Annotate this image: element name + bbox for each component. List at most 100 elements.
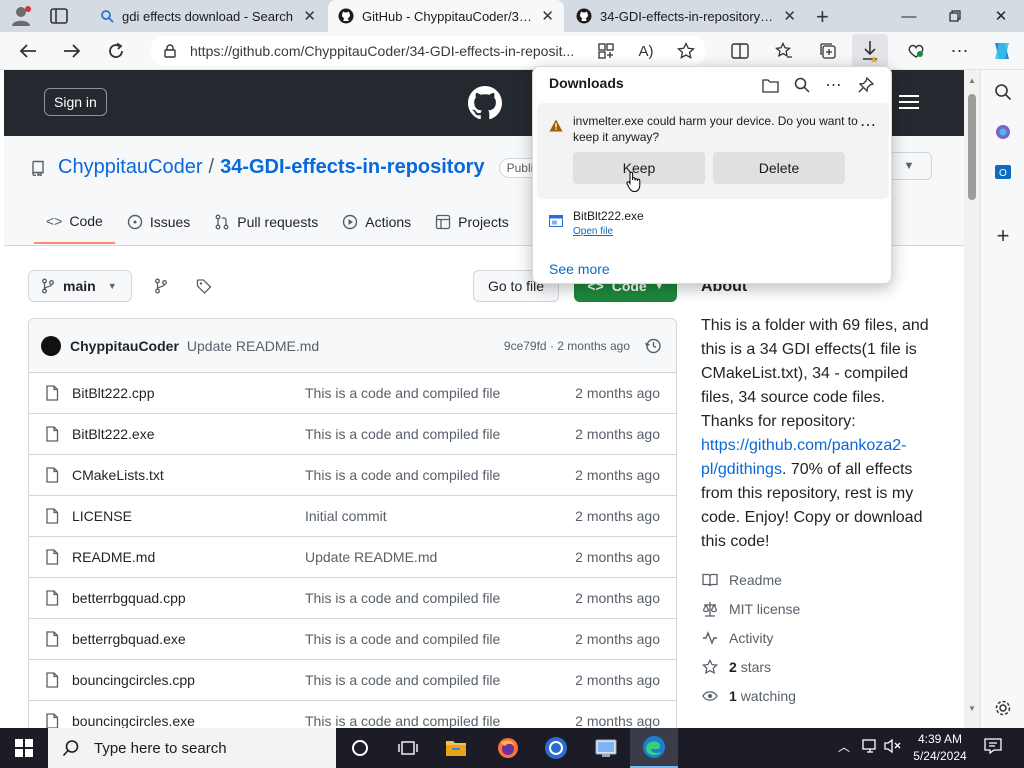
copilot-icon[interactable] (990, 40, 1014, 62)
forward-icon[interactable] (58, 37, 86, 65)
commit-author[interactable]: ChyppitauCoder (70, 338, 179, 354)
back-icon[interactable] (14, 37, 42, 65)
file-commit-message[interactable]: Initial commit (305, 508, 574, 524)
favorite-star-icon[interactable] (674, 39, 698, 63)
restore-icon[interactable] (932, 0, 978, 32)
settings-gear-icon[interactable] (991, 696, 1015, 720)
table-row[interactable]: LICENSE Initial commit 2 months ago (29, 496, 676, 537)
table-row[interactable]: CMakeLists.txt This is a code and compile… (29, 455, 676, 496)
file-commit-message[interactable]: This is a code and compiled file (305, 590, 574, 606)
tab-projects[interactable]: Projects (423, 206, 521, 244)
more-options-icon[interactable]: ⋯ (948, 39, 972, 63)
windows-start-icon[interactable] (0, 728, 48, 768)
edge-icon[interactable] (630, 728, 678, 768)
tab-search[interactable]: gdi effects download - Search ✕ (90, 0, 326, 32)
file-name[interactable]: CMakeLists.txt (72, 467, 305, 483)
add-sidebar-app-icon[interactable]: + (991, 223, 1015, 248)
table-row[interactable]: betterrgbquad.exe This is a code and comp… (29, 619, 676, 660)
lock-icon[interactable] (164, 44, 176, 58)
search-downloads-icon[interactable] (791, 74, 813, 96)
tab-github-repo[interactable]: GitHub - ChyppitauCoder/34-GDI-effects-i… (328, 0, 564, 32)
open-folder-icon[interactable] (759, 74, 781, 96)
avatar[interactable] (41, 335, 61, 356)
file-name[interactable]: BitBlt222.cpp (72, 385, 305, 401)
pin-icon[interactable] (855, 74, 877, 96)
file-name[interactable]: README.md (72, 549, 305, 565)
file-name[interactable]: LICENSE (72, 508, 305, 524)
url-text[interactable]: https://github.com/ChyppitauCoder/34-GDI… (190, 43, 706, 59)
table-row[interactable]: betterrbgquad.cpp This is a code and comp… (29, 578, 676, 619)
sign-in-button[interactable]: Sign in (44, 88, 107, 116)
tab-pull-requests[interactable]: Pull requests (202, 206, 330, 244)
copilot-sidebar-icon[interactable] (991, 120, 1015, 144)
notification-icon[interactable] (984, 738, 1002, 754)
close-tab-icon[interactable]: ✕ (783, 7, 796, 25)
scrollbar-thumb[interactable] (968, 94, 976, 200)
show-hidden-icons-chevron-icon[interactable]: ︿ (838, 738, 850, 755)
volume-muted-icon[interactable] (884, 738, 902, 754)
system-clock[interactable]: 4:39 AM 5/24/2024 (905, 731, 975, 765)
branch-selector[interactable]: main ▼ (28, 270, 132, 302)
scroll-up-icon[interactable]: ▲ (968, 76, 976, 85)
tags-icon[interactable] (195, 277, 213, 295)
see-more-link[interactable]: See more (549, 261, 610, 277)
file-name[interactable]: bouncingcircles.cpp (72, 672, 305, 688)
activity-link[interactable]: Activity (701, 630, 773, 646)
outlook-icon[interactable]: O (991, 160, 1015, 184)
tab-actions-icon[interactable] (50, 8, 68, 24)
github-logo-icon[interactable] (468, 86, 502, 120)
delete-button[interactable]: Delete (713, 152, 845, 184)
file-commit-message[interactable]: This is a code and compiled file (305, 672, 574, 688)
cortana-icon[interactable] (336, 728, 384, 768)
repo-owner-link[interactable]: ChyppitauCoder (58, 156, 203, 179)
file-commit-message[interactable]: This is a code and compiled file (305, 385, 574, 401)
file-commit-message[interactable]: This is a code and compiled file (305, 426, 574, 442)
menu-hamburger-icon[interactable] (898, 94, 920, 110)
collections-icon[interactable] (816, 39, 840, 63)
repo-actions-dropdown[interactable]: ▼ (886, 152, 932, 180)
more-options-icon[interactable]: ⋯ (860, 115, 877, 135)
refresh-icon[interactable] (102, 37, 130, 65)
table-row[interactable]: bouncingcircles.cpp This is a code and co… (29, 660, 676, 701)
readme-link[interactable]: Readme (701, 572, 782, 588)
scroll-down-icon[interactable]: ▼ (968, 704, 976, 713)
branches-icon[interactable] (152, 277, 170, 295)
file-name[interactable]: BitBlt222.exe (72, 426, 305, 442)
split-screen-icon[interactable] (728, 39, 752, 63)
watching-link[interactable]: 1 watching (701, 688, 796, 704)
app-available-icon[interactable] (594, 39, 618, 63)
license-link[interactable]: MIT license (701, 601, 800, 617)
file-commit-message[interactable]: This is a code and compiled file (305, 467, 574, 483)
control-panel-icon[interactable] (582, 728, 630, 768)
profile-icon[interactable] (10, 6, 32, 26)
repo-name-link[interactable]: 34-GDI-effects-in-repository (220, 156, 485, 179)
favorites-icon[interactable] (772, 39, 796, 63)
network-icon[interactable] (862, 738, 880, 754)
downloads-button[interactable] (852, 34, 888, 68)
tab-actions[interactable]: Actions (330, 206, 423, 244)
close-tab-icon[interactable]: ✕ (541, 7, 554, 25)
firefox-icon[interactable] (484, 728, 532, 768)
address-bar[interactable]: https://github.com/ChyppitauCoder/34-GDI… (150, 36, 706, 66)
task-view-icon[interactable] (384, 728, 432, 768)
new-tab-icon[interactable]: + (816, 4, 829, 30)
more-options-icon[interactable]: ⋯ (823, 74, 845, 96)
file-commit-message[interactable]: This is a code and compiled file (305, 713, 574, 729)
taskbar-search-box[interactable]: Type here to search (48, 728, 336, 768)
tab-invmelter[interactable]: 34-GDI-effects-in-repository/invmelter ✕ (566, 0, 806, 32)
open-file-link[interactable]: Open file (573, 226, 613, 237)
minimize-icon[interactable]: — (886, 0, 932, 32)
commit-hash-time[interactable]: 9ce79fd · 2 months ago (504, 339, 630, 353)
tab-code[interactable]: <> Code (34, 206, 115, 244)
file-name[interactable]: bouncingcircles.exe (72, 713, 305, 729)
tab-issues[interactable]: Issues (115, 206, 202, 244)
read-aloud-icon[interactable]: A) (634, 39, 658, 63)
stars-link[interactable]: 2 stars (701, 659, 771, 675)
file-explorer-icon[interactable] (432, 728, 480, 768)
chrome-icon[interactable] (532, 728, 580, 768)
file-commit-message[interactable]: Update README.md (305, 549, 574, 565)
file-name[interactable]: betterrbgquad.cpp (72, 590, 305, 606)
close-window-icon[interactable]: ✕ (978, 0, 1024, 32)
file-name[interactable]: betterrgbquad.exe (72, 631, 305, 647)
table-row[interactable]: BitBlt222.cpp This is a code and compiled… (29, 373, 676, 414)
